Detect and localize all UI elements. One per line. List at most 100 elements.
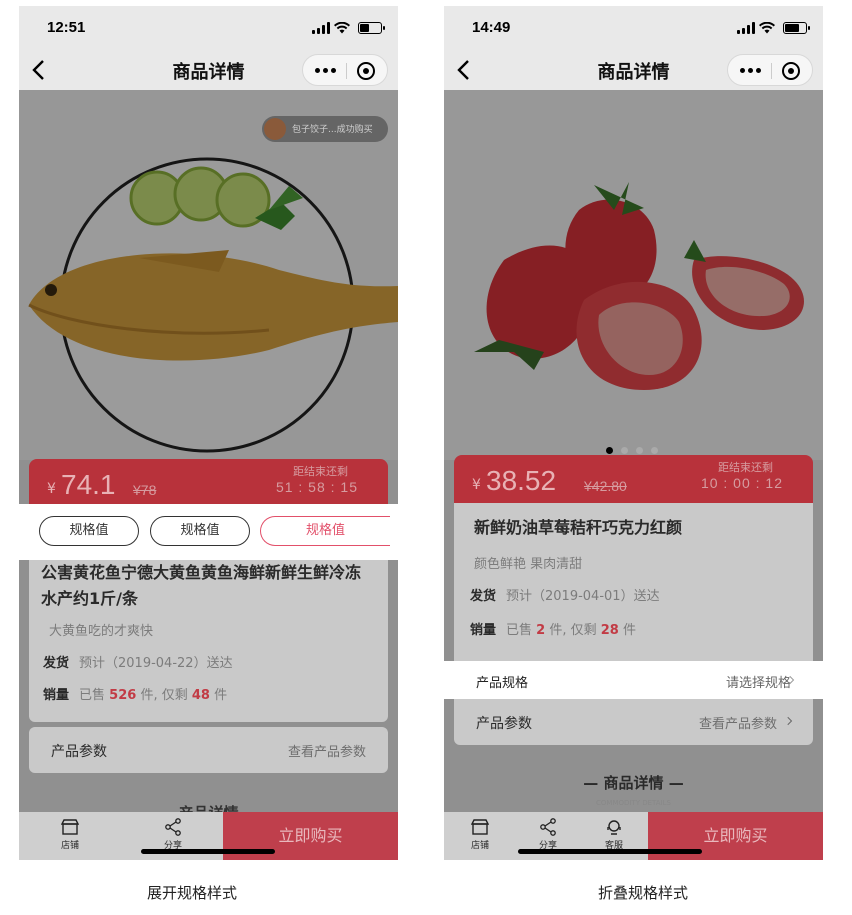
chevron-right-icon <box>787 716 793 726</box>
sold-suffix: 件 <box>623 623 637 638</box>
tab-store[interactable]: 店铺 <box>40 818 100 851</box>
product-info-card: 公害黄花鱼宁德大黄鱼黄鱼海鲜新鲜生鲜冷冻水产约1斤/条 大黄鱼吃的才爽快 发货预… <box>29 560 388 722</box>
shipping-row: 发货 预计（2019-04-22）送达 <box>43 652 233 671</box>
home-indicator <box>518 849 702 854</box>
sale-price: 38.52 <box>486 465 557 496</box>
product-spec-row[interactable]: 产品规格 请选择规格 <box>444 661 823 699</box>
product-info-card: 新鲜奶油草莓秸秆巧克力红颜 颜色鲜艳 果肉清甜 发货 预计（2019-04-01）… <box>454 503 813 661</box>
section-subtitle: COMMODITY DETAILS <box>596 799 671 807</box>
params-label: 产品参数 <box>51 744 107 760</box>
buyer-avatar <box>264 118 286 140</box>
sales-row: 销量 已售 526 件, 仅剩 48 件 <box>43 684 227 703</box>
buyer-notice: 包子饺子...成功购买 <box>262 116 388 142</box>
sales-label: 销量 <box>470 623 497 638</box>
battery-icon <box>358 22 385 34</box>
original-price: ¥42.80 <box>584 478 627 494</box>
status-icons <box>312 22 385 36</box>
shipping-value: 预计（2019-04-22）送达 <box>79 656 233 671</box>
price-bar: ¥ 38.52 ¥42.80 距结束还剩 10 : 00 : 12 <box>454 455 813 503</box>
spec-label: 产品规格 <box>476 676 529 691</box>
battery-icon <box>783 22 810 34</box>
bottom-action-bar: 店铺 分享 立即购买 <box>19 812 398 860</box>
store-icon <box>471 819 489 835</box>
close-target-icon[interactable] <box>357 62 375 80</box>
sold-mid: 件, 仅剩 <box>140 688 188 703</box>
status-time: 14:49 <box>472 19 511 36</box>
status-icons <box>737 22 810 36</box>
countdown-timer: 51 : 58 : 15 <box>275 479 358 495</box>
shipping-label: 发货 <box>470 589 497 604</box>
tab-service[interactable]: 客服 <box>584 818 644 851</box>
caption-collapsed: 折叠规格样式 <box>597 884 688 902</box>
spec-value: 请选择规格 <box>725 676 791 691</box>
sales-label: 销量 <box>43 688 70 703</box>
sales-row: 销量 已售 2 件, 仅剩 28 件 <box>470 619 636 638</box>
remain-count: 28 <box>600 623 619 638</box>
signal-icon <box>312 22 330 34</box>
carousel-dots <box>606 447 658 454</box>
product-params-row[interactable]: 产品参数 查看产品参数 <box>454 699 813 745</box>
status-bar: 12:51 <box>19 6 398 46</box>
carousel-dot-active[interactable] <box>606 447 613 454</box>
countdown-label: 距结束还剩 <box>293 465 348 478</box>
more-icon[interactable] <box>315 68 336 73</box>
wifi-icon <box>759 22 775 34</box>
product-title: 新鲜奶油草莓秸秆巧克力红颜 <box>474 518 683 537</box>
sale-price: 74.1 <box>61 469 116 500</box>
caption-expanded: 展开规格样式 <box>146 884 237 902</box>
spec-chip-selected[interactable]: 规格值 <box>260 516 390 546</box>
sold-mid: 件, 仅剩 <box>549 623 597 638</box>
shipping-row: 发货 预计（2019-04-01）送达 <box>470 585 660 604</box>
product-params-row[interactable]: 产品参数 查看产品参数 <box>29 727 388 773</box>
carousel-dot[interactable] <box>621 447 628 454</box>
tab-store-label: 店铺 <box>470 841 489 851</box>
countdown-label: 距结束还剩 <box>718 461 773 474</box>
close-target-icon[interactable] <box>782 62 800 80</box>
buyer-notice-text: 包子饺子...成功购买 <box>292 125 373 135</box>
share-icon <box>165 818 181 836</box>
spec-chip[interactable]: 规格值 <box>150 516 250 546</box>
carousel-dot[interactable] <box>636 447 643 454</box>
shipping-label: 发货 <box>43 656 70 671</box>
tab-share[interactable]: 分享 <box>518 818 578 851</box>
product-title: 公害黄花鱼宁德大黄鱼黄鱼海鲜新鲜生鲜冷冻水产约1斤/条 <box>41 563 362 608</box>
capsule-divider <box>771 63 772 79</box>
tab-share[interactable]: 分享 <box>143 818 203 851</box>
section-title: — 商品详情 — <box>583 774 684 792</box>
params-label: 产品参数 <box>476 716 532 732</box>
sold-count: 526 <box>109 688 137 703</box>
signal-icon <box>737 22 755 34</box>
sold-prefix: 已售 <box>79 688 106 703</box>
sold-prefix: 已售 <box>506 623 533 638</box>
sold-count: 2 <box>536 623 546 638</box>
home-indicator <box>141 849 275 854</box>
phone-collapsed-spec: 14:49 商品详情 ¥ 38.52 ¥42.80 距结束还剩 10: 00 … <box>444 6 823 860</box>
wifi-icon <box>334 22 350 34</box>
params-value: 查看产品参数 <box>287 745 366 760</box>
price-bar: ¥ 74.1 ¥78 距结束还剩 51 : 58 : 15 <box>29 459 388 507</box>
spec-chip[interactable]: 规格值 <box>39 516 139 546</box>
carousel-dot[interactable] <box>651 447 658 454</box>
tab-store-label: 店铺 <box>60 841 79 851</box>
status-time: 12:51 <box>47 19 86 36</box>
tab-store[interactable]: 店铺 <box>450 818 510 851</box>
chevron-right-icon <box>789 675 795 685</box>
original-price: ¥78 <box>133 482 157 498</box>
nav-bar: 商品详情 <box>444 50 823 90</box>
params-value: 查看产品参数 <box>698 717 777 732</box>
remain-count: 48 <box>191 688 210 703</box>
nav-bar: 商品详情 <box>19 50 398 90</box>
store-icon <box>61 819 79 835</box>
mini-program-capsule <box>302 54 388 86</box>
currency-symbol: ¥ <box>47 481 56 497</box>
section-title-partial: 产品详情 <box>19 802 398 812</box>
phone-expanded-spec: 12:51 商品详情 包子饺子...成功购买 ¥ 74.1 ¥78 距结束还剩 … <box>19 6 398 860</box>
bottom-action-bar: 店铺 分享 客服 立即购买 <box>444 812 823 860</box>
countdown-timer: 10 : 00 : 12 <box>700 475 783 491</box>
customer-service-icon <box>607 820 621 835</box>
product-subtitle: 颜色鲜艳 果肉清甜 <box>474 557 583 572</box>
share-icon <box>540 818 556 836</box>
shipping-value: 预计（2019-04-01）送达 <box>506 589 660 604</box>
currency-symbol: ¥ <box>472 477 481 493</box>
more-icon[interactable] <box>740 68 761 73</box>
